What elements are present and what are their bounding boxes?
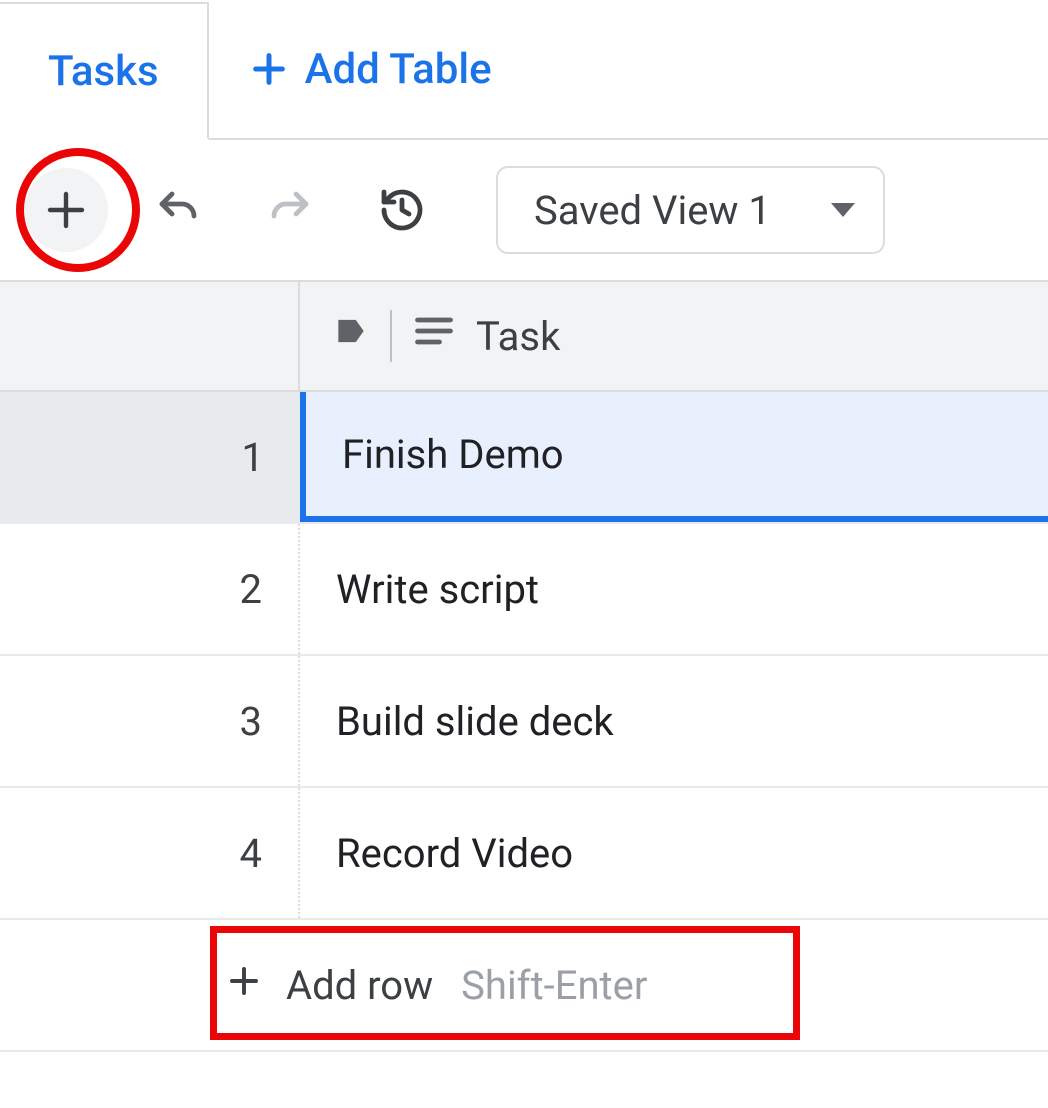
plus-icon	[42, 186, 90, 234]
row-number-header[interactable]	[0, 282, 300, 390]
column-header-label: Task	[476, 313, 560, 360]
row-number[interactable]: 1	[0, 392, 300, 522]
tab-tasks-label: Tasks	[48, 47, 159, 96]
chevron-down-icon	[831, 203, 855, 217]
table-row[interactable]: 3 Build slide deck	[0, 656, 1048, 788]
plus-icon	[249, 49, 289, 89]
add-row-label: Add row	[286, 962, 433, 1009]
add-table-button[interactable]: Add Table	[209, 0, 532, 138]
text-column-icon	[412, 309, 456, 363]
toolbar: Saved View 1	[0, 140, 1048, 280]
row-number[interactable]: 2	[0, 524, 300, 654]
table-row[interactable]: 1 Finish Demo	[0, 392, 1048, 524]
tab-bar: Tasks Add Table	[0, 0, 1048, 140]
history-icon	[378, 186, 426, 234]
add-row-hint: Shift-Enter	[461, 962, 647, 1009]
cell-task[interactable]: Build slide deck	[300, 656, 1048, 786]
table: Task 1 Finish Demo 2 Write script 3 Buil…	[0, 280, 1048, 1052]
cell-task[interactable]: Write script	[300, 524, 1048, 654]
tab-tasks[interactable]: Tasks	[0, 2, 209, 140]
view-select-label: Saved View 1	[534, 187, 771, 234]
table-header-row: Task	[0, 282, 1048, 392]
table-row[interactable]: 2 Write script	[0, 524, 1048, 656]
add-row-button[interactable]	[24, 168, 108, 252]
undo-button[interactable]	[136, 168, 220, 252]
history-button[interactable]	[360, 168, 444, 252]
plus-icon	[226, 962, 262, 1009]
redo-icon	[266, 186, 314, 234]
redo-button[interactable]	[248, 168, 332, 252]
add-table-label: Add Table	[305, 45, 492, 94]
undo-icon	[154, 186, 202, 234]
column-header-task[interactable]: Task	[300, 282, 1048, 390]
row-number[interactable]: 4	[0, 788, 300, 918]
table-row[interactable]: 4 Record Video	[0, 788, 1048, 920]
view-select[interactable]: Saved View 1	[496, 166, 885, 254]
row-number[interactable]: 3	[0, 656, 300, 786]
divider	[390, 310, 392, 362]
cell-task[interactable]: Record Video	[300, 788, 1048, 918]
cell-task[interactable]: Finish Demo	[300, 392, 1048, 522]
add-row-row[interactable]: Add row Shift-Enter	[0, 920, 1048, 1052]
expand-icon	[332, 312, 370, 360]
